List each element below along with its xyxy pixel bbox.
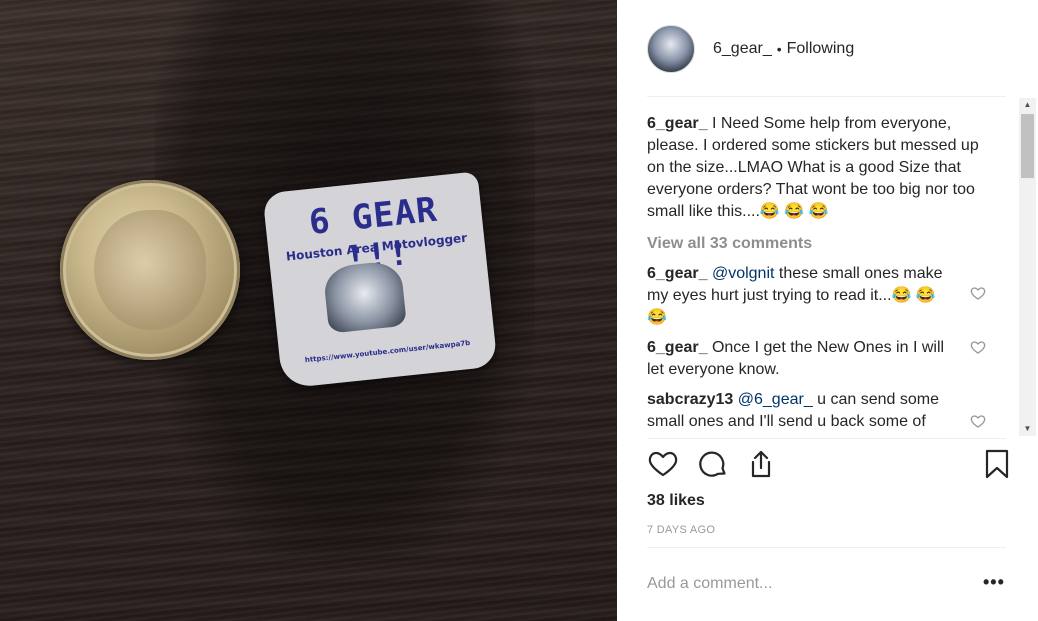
- comment-mention[interactable]: @volgnit: [712, 265, 775, 282]
- bookmark-icon[interactable]: [981, 448, 1013, 480]
- caption-username[interactable]: 6_gear_: [647, 115, 708, 132]
- comment-username[interactable]: 6_gear_: [647, 339, 708, 356]
- divider: [647, 547, 1006, 548]
- post-header: 6_gear_ • Following: [647, 24, 854, 74]
- post-caption: 6_gear_ I Need Some help from everyone, …: [647, 113, 992, 223]
- header-username[interactable]: 6_gear_: [713, 40, 772, 58]
- scrollbar-thumb[interactable]: [1021, 114, 1034, 178]
- comment-username[interactable]: sabcrazy13: [647, 391, 733, 408]
- comment-icon[interactable]: [697, 448, 729, 480]
- comments-scrollbar[interactable]: ▲ ▼: [1019, 98, 1036, 436]
- divider: [647, 438, 1006, 439]
- scroll-up-arrow-icon[interactable]: ▲: [1019, 98, 1036, 112]
- comment-mention[interactable]: @6_gear_: [738, 391, 813, 408]
- comments-list[interactable]: 6_gear_ I Need Some help from everyone, …: [647, 108, 992, 438]
- sticker-helmet-graphic: [322, 259, 407, 334]
- comment-item: 6_gear_ @volgnit these small ones make m…: [647, 263, 992, 329]
- post-photo[interactable]: 6 GEAR !!! Houston Area Motovlogger http…: [0, 0, 617, 621]
- add-comment-input[interactable]: [647, 570, 967, 598]
- action-bar: [647, 448, 1009, 484]
- comment-item: sabcrazy13 @6_gear_ u can send some smal…: [647, 389, 992, 433]
- comment-like-heart-icon[interactable]: [970, 285, 986, 301]
- post-timestamp[interactable]: 7 DAYS AGO: [647, 524, 715, 536]
- scroll-down-arrow-icon[interactable]: ▼: [1019, 422, 1036, 436]
- sticker-url: https://www.youtube.com/user/wkawpa7b: [304, 338, 471, 365]
- comment-item: 6_gear_ Once I get the New Ones in I wil…: [647, 337, 992, 381]
- comment-like-heart-icon[interactable]: [970, 339, 986, 355]
- header-separator: •: [776, 41, 782, 57]
- divider: [647, 96, 1006, 97]
- likes-count[interactable]: 38 likes: [647, 492, 705, 510]
- coin-portrait: [94, 210, 206, 330]
- view-all-comments-link[interactable]: View all 33 comments: [647, 233, 992, 255]
- avatar[interactable]: [647, 25, 695, 73]
- following-button[interactable]: Following: [787, 40, 855, 58]
- heart-icon[interactable]: [647, 448, 679, 480]
- quarter-coin: [60, 180, 240, 360]
- share-icon[interactable]: [745, 448, 777, 480]
- comment-username[interactable]: 6_gear_: [647, 265, 708, 282]
- post-side-panel: 6_gear_ • Following 6_gear_ I Need Some …: [617, 0, 1038, 621]
- comment-like-heart-icon[interactable]: [970, 413, 986, 429]
- sticker-image: 6 GEAR !!! Houston Area Motovlogger http…: [262, 171, 498, 389]
- more-options-icon[interactable]: •••: [983, 572, 1005, 593]
